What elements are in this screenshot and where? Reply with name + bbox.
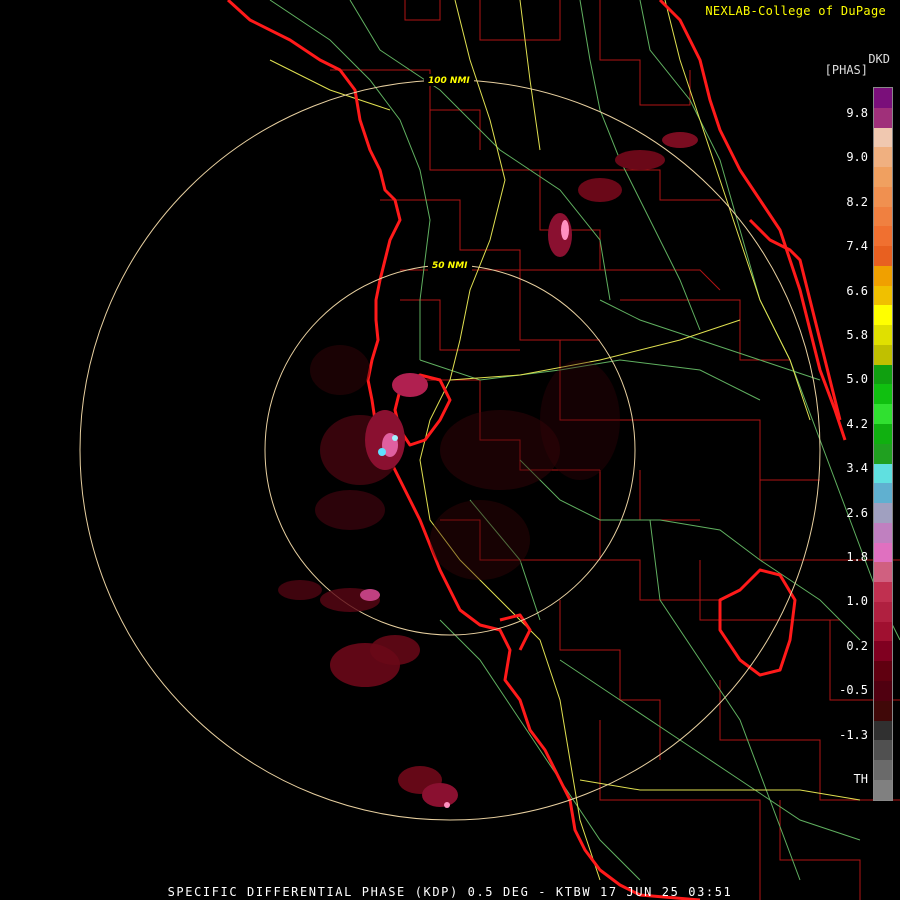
legend-unit-code: DKD [868, 52, 890, 66]
color-scale-segment [874, 601, 892, 622]
color-scale-tick-label: 8.2 [846, 194, 868, 209]
color-scale-segment [874, 443, 892, 464]
color-scale-bar [873, 87, 893, 801]
ring-label-100: 100 NMI [428, 76, 470, 86]
color-scale-segment [874, 186, 892, 207]
color-scale-tick-label: 1.0 [846, 594, 868, 609]
color-scale-segment [874, 483, 892, 504]
color-scale-segment [874, 246, 892, 266]
color-scale-segment [874, 522, 892, 543]
color-scale-tick-label: 6.6 [846, 283, 868, 298]
ring-label-50: 50 NMI [432, 261, 468, 271]
color-scale-segment [874, 740, 892, 761]
color-scale-tick-label: 9.0 [846, 150, 868, 165]
county-lines [330, 0, 900, 900]
color-scale-segment [874, 463, 892, 484]
color-scale-tick-label: 5.0 [846, 372, 868, 387]
color-scale-tick-label: 9.8 [846, 106, 868, 120]
color-scale-segment [874, 206, 892, 227]
color-scale-segment [874, 641, 892, 662]
legend-unit-label: [PHAS] [824, 63, 868, 77]
radar-echoes [278, 132, 698, 808]
color-scale-segment [874, 285, 892, 306]
color-scale-segment [874, 582, 892, 602]
color-scale-tick-label: -0.5 [839, 683, 868, 698]
product-footer: SPECIFIC DIFFERENTIAL PHASE (KDP) 0.5 DE… [167, 885, 733, 899]
color-scale-segment [874, 503, 892, 523]
color-scale-segment [874, 542, 892, 563]
color-scale-segment [874, 404, 892, 425]
color-scale-segment [874, 424, 892, 444]
color-scale-segment [874, 127, 892, 148]
color-scale-segment [874, 760, 892, 780]
credit-label: NEXLAB-College of DuPage [705, 4, 886, 18]
color-scale-segment [874, 265, 892, 286]
color-scale-segment [874, 384, 892, 405]
color-scale-tick-label: -1.3 [839, 727, 868, 742]
color-scale-tick-label: 0.2 [846, 638, 868, 653]
color-scale-segment [874, 226, 892, 247]
color-scale-segment [874, 325, 892, 345]
radar-map: 100 NMI 50 NMI [79, 0, 900, 900]
color-scale-segment [874, 562, 892, 583]
color-scale-tick-label: 4.2 [846, 416, 868, 431]
color-scale-tick-label: 1.8 [846, 550, 868, 564]
color-scale-segment [874, 305, 892, 326]
color-scale-segment [874, 700, 892, 721]
color-scale-segment [874, 167, 892, 187]
color-scale-segment [874, 344, 892, 365]
color-scale-tick-label: TH [853, 772, 868, 786]
color-scale-segment [874, 621, 892, 642]
color-scale-segment [874, 88, 892, 108]
color-scale-segment [874, 779, 892, 800]
color-scale-segment [874, 680, 892, 701]
color-scale-tick-label: 2.6 [846, 505, 868, 520]
color-scale-segment [874, 720, 892, 741]
color-scale-segment [874, 107, 892, 128]
color-scale-segment [874, 147, 892, 168]
color-scale-tick-label: 3.4 [846, 461, 868, 476]
color-scale-segment [874, 661, 892, 681]
color-scale-tick-label: 7.4 [846, 239, 868, 254]
color-scale-tick-label: 5.8 [846, 328, 868, 342]
color-scale-segment [874, 364, 892, 385]
